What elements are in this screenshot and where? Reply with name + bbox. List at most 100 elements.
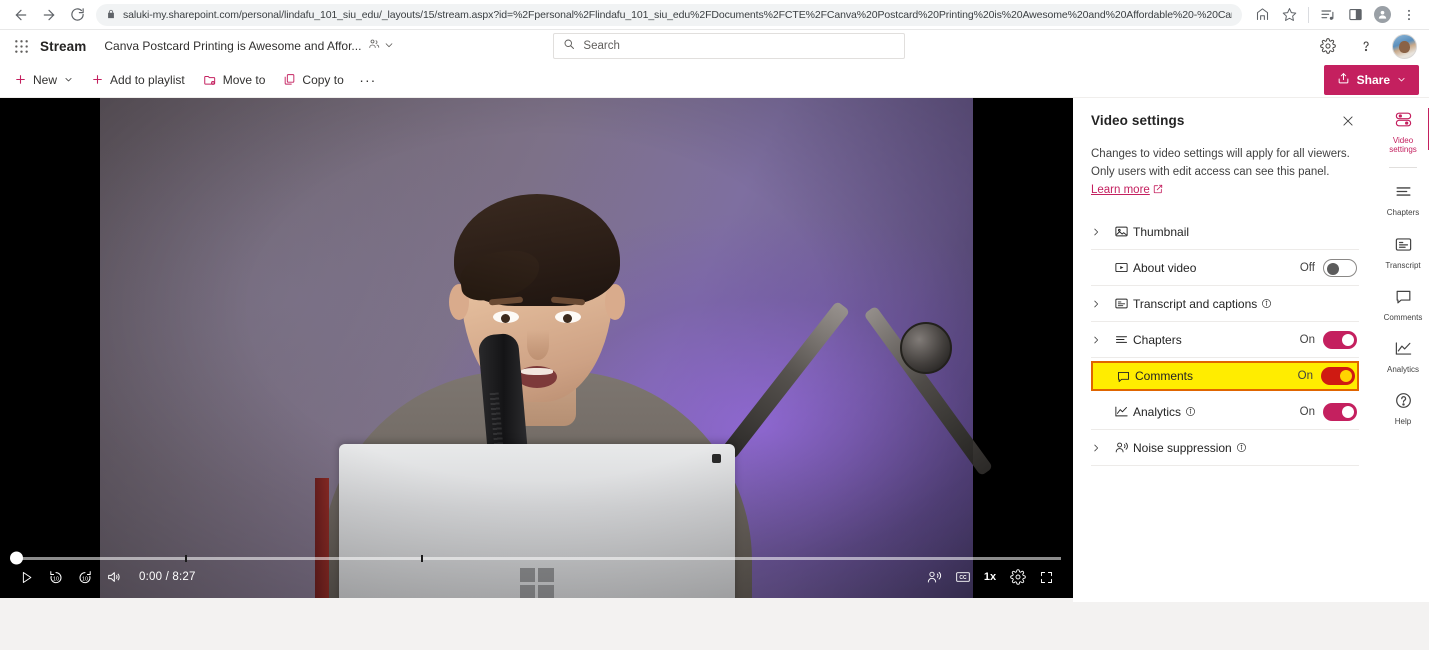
about-video-toggle[interactable]	[1323, 258, 1357, 277]
setting-label-text: Analytics	[1133, 404, 1182, 419]
chapter-marker[interactable]	[421, 554, 424, 562]
external-link-icon	[1153, 183, 1163, 201]
info-icon[interactable]	[1236, 442, 1247, 453]
move-to-button[interactable]: Move to	[195, 65, 274, 95]
comments-toggle[interactable]	[1321, 367, 1355, 386]
rewind-10-button[interactable]: 10	[41, 564, 70, 590]
document-title: Canva Postcard Printing is Awesome and A…	[104, 39, 362, 53]
gear-icon[interactable]	[1316, 34, 1340, 58]
info-icon[interactable]	[1185, 406, 1196, 417]
fullscreen-button[interactable]	[1032, 564, 1061, 590]
noise-suppression-icon	[1109, 440, 1133, 455]
setting-row-comments[interactable]: Comments On	[1091, 361, 1359, 392]
search-placeholder: Search	[583, 40, 620, 52]
star-icon[interactable]	[1277, 3, 1301, 27]
chevron-down-icon	[64, 75, 73, 84]
add-to-playlist-button[interactable]: Add to playlist	[83, 65, 193, 95]
toolbar-divider	[1308, 6, 1309, 23]
video-settings-panel: Video settings Changes to video settings…	[1073, 98, 1377, 602]
comment-icon	[1111, 369, 1135, 384]
split-screen-icon[interactable]	[1343, 3, 1367, 27]
setting-label: Noise suppression	[1133, 441, 1247, 455]
svg-text:CC: CC	[959, 575, 967, 581]
setting-row-about-video[interactable]: About video Off	[1091, 250, 1359, 287]
captions-button[interactable]: CC	[948, 564, 977, 590]
chevron-right-icon[interactable]	[1091, 443, 1109, 453]
video-player[interactable]: 10 10 0:00 / 8:27 CC 1x	[0, 98, 1073, 598]
chevron-right-icon[interactable]	[1091, 299, 1109, 309]
rail-item-analytics[interactable]: Analytics	[1379, 335, 1427, 377]
share-icon	[1337, 72, 1350, 88]
setting-row-chapters[interactable]: Chapters On	[1091, 322, 1359, 359]
setting-label: Comments	[1135, 369, 1194, 384]
search-input[interactable]: Search	[553, 33, 906, 59]
setting-label-text: Transcript and captions	[1133, 296, 1258, 311]
setting-row-thumbnail[interactable]: Thumbnail	[1091, 214, 1359, 251]
chapter-marker[interactable]	[185, 554, 188, 562]
progress-track[interactable]	[10, 551, 1061, 565]
player-settings-button[interactable]	[1003, 564, 1032, 590]
question-mark-icon[interactable]	[1354, 34, 1378, 58]
back-arrow-icon[interactable]	[8, 2, 34, 28]
rail-item-comments[interactable]: Comments	[1379, 283, 1427, 325]
kebab-menu-icon[interactable]	[1397, 3, 1421, 27]
share-button[interactable]: Share	[1323, 64, 1419, 95]
noise-suppression-button[interactable]	[919, 564, 948, 590]
command-bar: New Add to playlist Move to Copy to ··· …	[0, 62, 1429, 98]
learn-more-link[interactable]: Learn more	[1091, 184, 1150, 196]
panel-header: Video settings	[1091, 110, 1359, 132]
chevron-right-icon[interactable]	[1091, 335, 1109, 345]
play-button[interactable]	[12, 564, 41, 590]
copy-icon	[283, 73, 296, 86]
comment-icon	[1394, 287, 1413, 311]
user-avatar[interactable]	[1392, 33, 1417, 59]
setting-row-noise-suppression[interactable]: Noise suppression	[1091, 430, 1359, 467]
rail-item-video-settings[interactable]: Video settings	[1379, 106, 1429, 157]
move-folder-icon	[203, 73, 217, 87]
analytics-toggle[interactable]	[1323, 402, 1357, 421]
share-page-icon[interactable]	[1250, 3, 1274, 27]
new-button-label: New	[33, 72, 58, 87]
close-icon[interactable]	[1337, 110, 1359, 132]
chapters-toggle[interactable]	[1323, 330, 1357, 349]
svg-text:10: 10	[53, 577, 59, 583]
setting-row-analytics[interactable]: Analytics On	[1091, 394, 1359, 431]
volume-button[interactable]	[99, 564, 128, 590]
browser-actions	[1250, 3, 1421, 27]
analytics-icon	[1109, 404, 1133, 419]
setting-state: On	[1300, 330, 1357, 349]
setting-row-transcript-and-captions[interactable]: Transcript and captions	[1091, 286, 1359, 323]
panel-description-text: Changes to video settings will apply for…	[1091, 148, 1350, 178]
copy-to-button[interactable]: Copy to	[275, 65, 351, 95]
forward-arrow-icon[interactable]	[36, 2, 62, 28]
progress-bar-row[interactable]	[10, 551, 1061, 565]
shared-people-icon	[368, 37, 380, 55]
setting-label: Transcript and captions	[1133, 297, 1272, 311]
setting-label: Thumbnail	[1133, 224, 1190, 239]
overflow-menu-button[interactable]: ···	[354, 65, 382, 95]
move-to-label: Move to	[222, 72, 266, 87]
app-brand[interactable]: Stream	[40, 39, 86, 54]
app-launcher-icon[interactable]	[4, 31, 38, 61]
state-text: On	[1297, 370, 1313, 383]
address-bar[interactable]: saluki-my.sharepoint.com/personal/lindaf…	[96, 3, 1242, 26]
rail-item-chapters[interactable]: Chapters	[1379, 178, 1427, 220]
rail-item-help[interactable]: Help	[1379, 387, 1427, 429]
forward-10-button[interactable]: 10	[70, 564, 99, 590]
progress-scrubber[interactable]	[10, 551, 23, 565]
info-icon[interactable]	[1261, 298, 1272, 309]
playback-speed-button[interactable]: 1x	[977, 571, 1003, 583]
chevron-right-icon[interactable]	[1091, 227, 1109, 237]
panel-description: Changes to video settings will apply for…	[1091, 146, 1359, 200]
reload-icon[interactable]	[64, 2, 90, 28]
rail-item-transcript[interactable]: Transcript	[1379, 231, 1427, 273]
panel-title: Video settings	[1091, 113, 1185, 128]
suite-header: Stream Canva Postcard Printing is Awesom…	[0, 30, 1429, 62]
new-button[interactable]: New	[6, 65, 81, 95]
reading-list-icon[interactable]	[1316, 3, 1340, 27]
share-button-label: Share	[1356, 72, 1390, 87]
plus-icon	[14, 73, 27, 86]
chevron-down-icon[interactable]	[384, 37, 394, 55]
setting-state: On	[1297, 367, 1355, 386]
profile-icon[interactable]	[1370, 3, 1394, 27]
